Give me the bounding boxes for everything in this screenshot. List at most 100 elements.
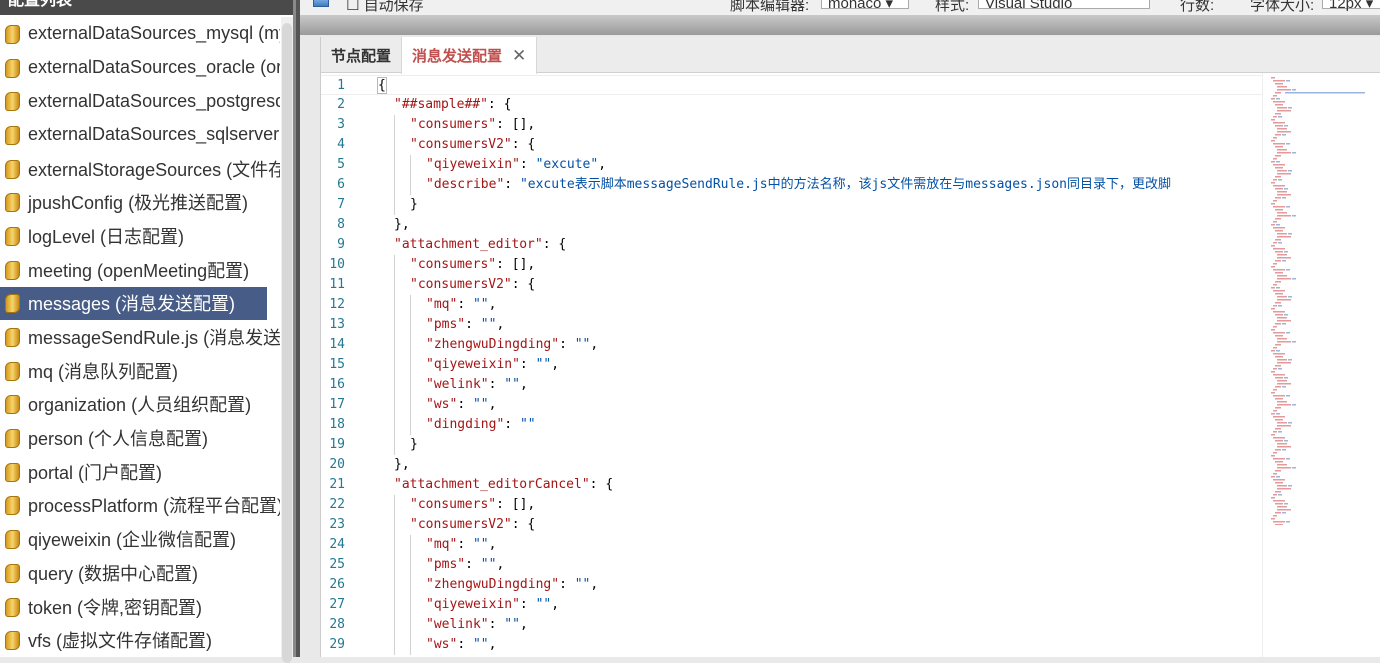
config-item-label: person (个人信息配置) xyxy=(28,429,209,450)
config-item[interactable]: externalDataSources_sqlserver xyxy=(0,118,280,152)
code-editor[interactable]: 1{2 "##sample##": {3 "consumers": [], 4 "con… xyxy=(321,75,1263,657)
config-item[interactable]: organization (人员组织配置) xyxy=(0,388,280,422)
code-text: } xyxy=(410,435,418,455)
code-text: "welink": "", xyxy=(426,615,528,635)
minimap[interactable] xyxy=(1262,73,1380,657)
config-item[interactable]: jpushConfig (极光推送配置) xyxy=(0,185,280,219)
minimap-line xyxy=(1275,155,1281,157)
tab-label: 节点配置 xyxy=(331,47,392,65)
minimap-line xyxy=(1273,143,1285,145)
sidebar-scrollbar[interactable] xyxy=(281,17,293,663)
json-key: "##sample##" xyxy=(394,97,488,112)
json-string: "" xyxy=(472,297,489,312)
config-item[interactable]: portal (门户配置) xyxy=(0,455,280,489)
minimap-line xyxy=(1273,284,1277,286)
panel-splitter[interactable] xyxy=(293,0,300,657)
tab-message-config[interactable]: 消息发送配置 ✕ xyxy=(401,37,538,74)
minimap-line xyxy=(1275,293,1283,295)
minimap-line xyxy=(1278,431,1282,433)
line-number: 5 xyxy=(337,157,345,172)
json-string: "" xyxy=(504,617,520,632)
minimap-line xyxy=(1273,248,1285,250)
minimap-line xyxy=(1278,179,1282,181)
scrollbar-thumb[interactable] xyxy=(282,23,292,663)
minimap-line xyxy=(1277,212,1287,214)
json-punct: : [], xyxy=(496,497,536,512)
minimap-line xyxy=(1275,113,1281,115)
indent-guide xyxy=(394,575,395,595)
config-item-label: messages (消息发送配置) xyxy=(28,294,236,315)
editor-panel: 节点配置 消息发送配置 ✕ 1{2 "##sample##": {3 "consume… xyxy=(320,37,1380,657)
line-number: 3 xyxy=(337,117,345,132)
config-item[interactable]: externalDataSources_oracle (oracle xyxy=(0,51,280,85)
config-item[interactable]: person (个人信息配置) xyxy=(0,421,280,455)
minimap-line xyxy=(1275,260,1281,262)
config-item[interactable]: externalDataSources_postgresql xyxy=(0,84,280,118)
config-item-label: processPlatform (流程平台配置) xyxy=(28,496,280,517)
minimap-line xyxy=(1275,428,1281,430)
minimap-line xyxy=(1277,149,1287,151)
json-string: "" xyxy=(504,377,520,392)
font-size-select[interactable]: 12px ▾ xyxy=(1322,0,1380,12)
minimap-line xyxy=(1273,305,1277,307)
config-item[interactable]: vfs (虚拟文件存储配置) xyxy=(0,623,280,657)
code-text: "consumers": [], xyxy=(410,115,535,135)
config-item[interactable]: mq (消息队列配置) xyxy=(0,354,280,388)
minimap-line xyxy=(1288,422,1292,424)
json-key: "attachment_editorCancel" xyxy=(394,477,590,492)
config-item[interactable]: meeting (openMeeting配置) xyxy=(0,253,280,287)
json-punct: }, xyxy=(394,457,410,472)
minimap-line xyxy=(1277,275,1287,277)
json-punct: : { xyxy=(511,277,536,292)
minimap-line xyxy=(1271,392,1275,394)
code-line: 21 "attachment_editorCancel": { xyxy=(321,475,1263,495)
minimap-line xyxy=(1273,326,1277,328)
minimap-line xyxy=(1277,320,1291,322)
config-item-label: organization (人员组织配置) xyxy=(28,395,252,416)
config-item[interactable]: externalStorageSources (文件存储 xyxy=(0,152,280,186)
code-line: 19} xyxy=(321,435,1263,455)
minimap-line xyxy=(1277,362,1291,364)
minimap-line xyxy=(1288,485,1292,487)
config-item[interactable]: processPlatform (流程平台配置) xyxy=(0,489,280,523)
code-text: "pms": "", xyxy=(426,315,504,335)
config-item[interactable]: query (数据中心配置) xyxy=(0,556,280,590)
minimap-line xyxy=(1286,332,1290,334)
editor-toolbar: ☐ 自动保存 脚本编辑器: monaco ▾ 样式: Visual Studio… xyxy=(300,0,1380,15)
config-item[interactable]: token (令牌,密钥配置) xyxy=(0,590,280,624)
autosave-checkbox[interactable]: ☐ 自动保存 xyxy=(346,0,424,15)
minimap-line xyxy=(1275,251,1283,253)
config-item[interactable]: qiyeweixin (企业微信配置) xyxy=(0,522,280,556)
json-key: "welink" xyxy=(426,617,489,632)
minimap-line xyxy=(1282,449,1286,451)
line-number: 24 xyxy=(329,537,345,552)
close-icon[interactable]: ✕ xyxy=(512,46,526,66)
tab-node-config[interactable]: 节点配置 xyxy=(321,37,401,73)
config-item[interactable]: messageSendRule.js (消息发送规则 xyxy=(0,320,280,354)
minimap-line xyxy=(1284,503,1288,505)
save-icon[interactable] xyxy=(313,0,329,7)
minimap-line xyxy=(1271,98,1275,100)
minimap-preview xyxy=(1271,77,1365,525)
json-punct: , xyxy=(519,617,528,632)
script-scroll-icon xyxy=(2,563,22,583)
minimap-line xyxy=(1275,461,1283,463)
json-key: "consumersV2" xyxy=(410,517,512,532)
code-text: "qiyeweixin": "", xyxy=(426,595,559,615)
minimap-line xyxy=(1271,350,1275,352)
indent-guide xyxy=(394,615,395,635)
json-key: "consumers" xyxy=(410,117,497,132)
style-select[interactable]: Visual Studio xyxy=(978,0,1150,12)
config-item[interactable]: logLevel (日志配置) xyxy=(0,219,280,253)
config-item[interactable]: externalDataSources_mysql (mysql xyxy=(0,17,280,51)
editor-select[interactable]: monaco ▾ xyxy=(821,0,909,12)
minimap-line xyxy=(1275,197,1281,199)
script-scroll-icon xyxy=(2,327,22,348)
minimap-line xyxy=(1275,512,1281,514)
config-item[interactable]: messages (消息发送配置) xyxy=(0,286,267,321)
config-item-label: jpushConfig (极光推送配置) xyxy=(28,193,249,214)
config-list-sidebar: 配置列表 externalDataSources_mysql (mysqlext… xyxy=(0,0,298,663)
minimap-line xyxy=(1275,83,1283,85)
json-key: "qiyeweixin" xyxy=(426,357,520,372)
config-item-label: externalDataSources_mysql (mysql xyxy=(28,23,280,44)
